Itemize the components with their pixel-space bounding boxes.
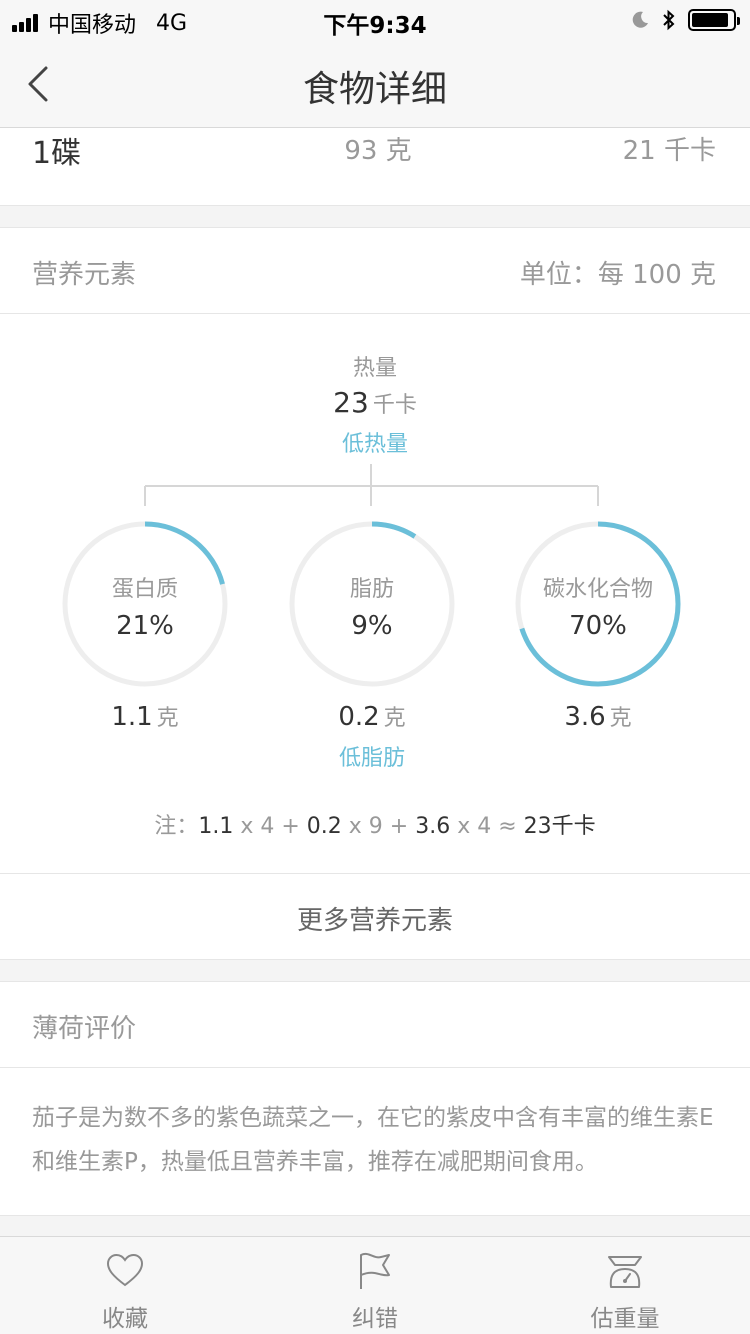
- review-label: 薄荷评价: [32, 1014, 137, 1044]
- macro-ring: [289, 521, 455, 687]
- formula-op: x 9 +: [341, 814, 416, 839]
- report-error-tab[interactable]: 纠错: [250, 1237, 500, 1334]
- formula-op: x 4 +: [233, 814, 307, 839]
- macro-ring: [515, 521, 681, 687]
- moon-icon: [632, 11, 648, 28]
- macro-ring: [62, 521, 228, 687]
- formula-fat: 0.2: [306, 814, 342, 839]
- macro-amount-protein: 1.1 克: [60, 700, 230, 732]
- formula-op: x 4 ≈: [450, 814, 524, 839]
- serving-unit: 1碟: [32, 136, 82, 171]
- report-error-tab-label: 纠错: [352, 1306, 398, 1332]
- macro-amount-value: 3.6: [564, 702, 606, 732]
- macro-amount-value: 1.1: [111, 702, 153, 732]
- more-nutrients-button[interactable]: 更多营养元素: [0, 874, 750, 960]
- status-right: [630, 8, 740, 32]
- serving-grams: 93 克: [278, 130, 478, 167]
- serving-kcal-value: 21: [622, 136, 656, 166]
- calories-label: 热量: [352, 356, 397, 381]
- bluetooth-icon: [663, 9, 675, 31]
- favorite-tab[interactable]: 收藏: [0, 1237, 250, 1334]
- formula-prefix: 注：: [154, 814, 199, 839]
- macro-amount-carbs: 3.6 克: [513, 700, 683, 732]
- formula-carbs: 3.6: [415, 814, 451, 839]
- macro-name: 碳水化合物: [542, 577, 653, 602]
- review-body: 茄子是为数不多的紫色蔬菜之一，在它的紫皮中含有丰富的维生素E和维生素P，热量低且…: [0, 1068, 750, 1216]
- section-gap: [0, 1216, 750, 1236]
- macro-tag-fat: 低脂肪: [338, 746, 405, 771]
- macro-percent: 21%: [116, 611, 174, 641]
- macro-protein: 蛋白质 21%: [60, 519, 230, 689]
- more-nutrients-label: 更多营养元素: [296, 906, 453, 936]
- bottom-tab-bar: 收藏 纠错 估重量: [0, 1236, 750, 1334]
- macro-name: 蛋白质: [111, 577, 178, 602]
- formula-protein: 1.1: [198, 814, 234, 839]
- calories-unit: 千卡: [372, 393, 417, 418]
- favorite-tab-label: 收藏: [102, 1306, 148, 1332]
- macro-carbs: 碳水化合物 70%: [513, 519, 683, 689]
- calories-value: 23 千卡: [0, 386, 750, 419]
- calories-number: 23: [333, 386, 369, 419]
- review-text: 茄子是为数不多的紫色蔬菜之一，在它的紫皮中含有丰富的维生素E和维生素P，热量低且…: [32, 1105, 714, 1175]
- estimate-weight-tab-label: 估重量: [590, 1306, 660, 1332]
- estimate-weight-tab[interactable]: 估重量: [500, 1237, 750, 1334]
- nutrition-label: 营养元素: [32, 260, 137, 290]
- macro-amount-value: 0.2: [338, 702, 380, 732]
- serving-grams-value: 93: [344, 136, 378, 166]
- macro-fat: 脂肪 9%: [287, 519, 457, 689]
- macro-amount-unit: 克: [156, 706, 179, 731]
- nutrition-unit-note: 单位：每 100 克: [519, 260, 716, 290]
- nav-bar: 食物详细: [0, 40, 750, 128]
- serving-kcal-unit: 千卡: [663, 136, 716, 166]
- serving-grams-unit: 克: [385, 136, 412, 166]
- review-header: 薄荷评价: [0, 982, 750, 1068]
- section-gap: [0, 206, 750, 228]
- battery-icon: [688, 9, 740, 31]
- macro-amount-unit: 克: [609, 706, 632, 731]
- macro-tree-connector: [144, 464, 599, 506]
- serving-kcal: 21 千卡: [623, 130, 716, 167]
- status-bar: 中国移动 4G 下午9:34: [0, 0, 750, 40]
- nutrition-header: 营养元素 单位：每 100 克: [0, 228, 750, 314]
- flag-icon: [360, 1252, 390, 1289]
- macro-amount-unit: 克: [383, 706, 406, 731]
- nutrition-body: 热量 23 千卡 低热量 蛋白质 21% 脂肪 9% 碳水化合物 70% 1.1 克…: [0, 314, 750, 874]
- macro-amount-fat: 0.2 克: [287, 700, 457, 732]
- heart-icon: [106, 1253, 144, 1287]
- macro-percent: 70%: [569, 611, 627, 641]
- section-gap: [0, 960, 750, 982]
- page-title: 食物详细: [302, 69, 447, 110]
- formula-total: 23千卡: [523, 814, 596, 839]
- macro-name: 脂肪: [349, 577, 394, 602]
- macro-percent: 9%: [351, 611, 393, 641]
- calorie-formula: 注：1.1 x 4 + 0.2 x 9 + 3.6 x 4 ≈ 23千卡: [0, 808, 750, 840]
- scale-icon: [608, 1256, 642, 1288]
- calories-tag: 低热量: [341, 432, 408, 457]
- serving-row[interactable]: 1碟 93 克 21 千卡: [0, 128, 750, 206]
